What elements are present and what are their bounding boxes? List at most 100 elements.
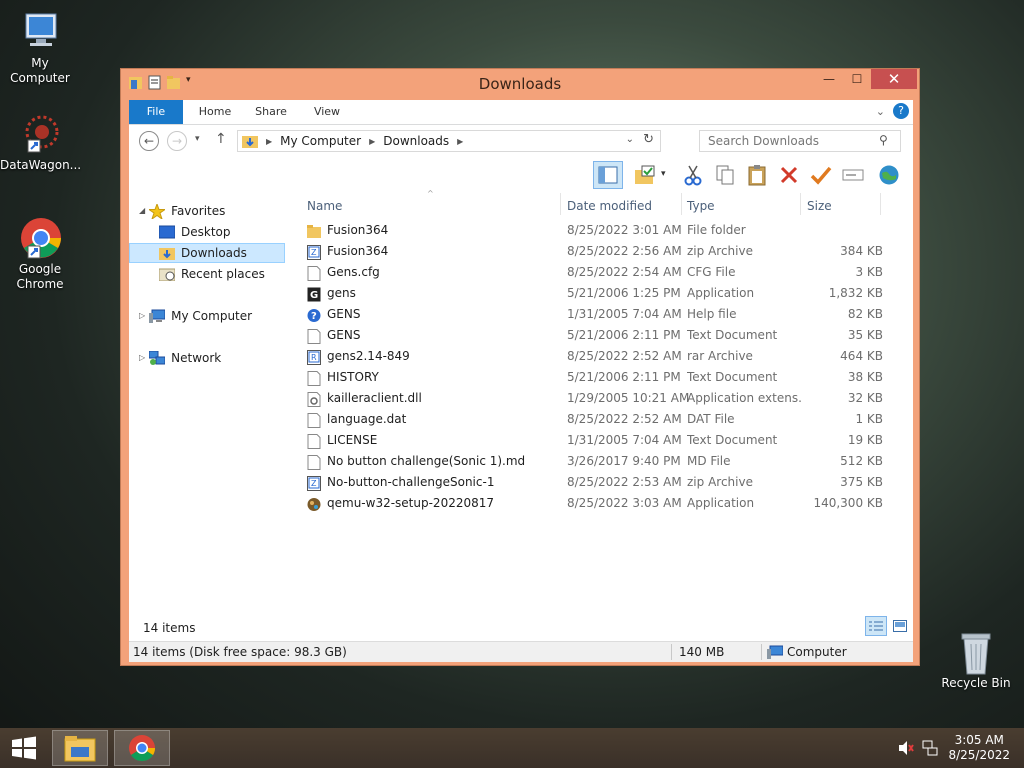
system-clock[interactable]: 3:05 AM 8/25/2022	[948, 733, 1010, 763]
file-row[interactable]: Gens.cfg 8/25/2022 2:54 AM CFG File 3 KB	[297, 263, 897, 284]
breadcrumb-downloads[interactable]: Downloads	[383, 134, 449, 148]
search-icon[interactable]: ⚲	[879, 133, 888, 147]
back-button[interactable]: ←	[139, 131, 159, 151]
chevron-right-icon[interactable]: ▶	[369, 137, 375, 146]
sort-ascending-icon: ^	[427, 189, 434, 198]
file-row[interactable]: LICENSE 1/31/2005 7:04 AM Text Document 19 …	[297, 431, 897, 452]
tab-file[interactable]: File	[129, 100, 183, 124]
doc-file-icon	[307, 455, 321, 470]
file-type: zip Archive	[687, 244, 753, 258]
desktop-icon-my-computer[interactable]: My Computer	[0, 10, 80, 86]
file-row[interactable]: Z No-button-challengeSonic-1 8/25/2022 2:5…	[297, 473, 897, 494]
large-icons-view-button[interactable]	[889, 616, 911, 636]
content-area: ◢ Favorites Desktop Downloads Recent pla…	[129, 189, 913, 613]
network-status-icon[interactable]	[922, 740, 938, 759]
breadcrumb-my-computer[interactable]: My Computer	[280, 134, 361, 148]
file-size: 32 KB	[847, 391, 883, 405]
column-separator[interactable]	[800, 193, 801, 215]
windows-logo-icon	[12, 736, 36, 760]
expand-arrow-icon[interactable]: ▷	[139, 348, 145, 368]
file-type: MD File	[687, 454, 731, 468]
chevron-right-icon[interactable]: ▶	[266, 137, 272, 146]
nav-desktop[interactable]: Desktop	[158, 222, 231, 242]
taskbar-file-explorer[interactable]	[52, 730, 108, 766]
file-row[interactable]: qemu-w32-setup-20220817 8/25/2022 3:03 AM…	[297, 494, 897, 515]
copy-icon[interactable]	[713, 163, 737, 187]
file-size: 3 KB	[855, 265, 883, 279]
nav-downloads[interactable]: Downloads	[129, 243, 285, 263]
tab-view[interactable]: View	[305, 100, 349, 124]
expand-arrow-icon[interactable]: ▷	[139, 306, 145, 326]
minimize-button[interactable]: —	[815, 69, 843, 89]
file-row[interactable]: kailleraclient.dll 1/29/2005 10:21 AM Appl…	[297, 389, 897, 410]
delete-icon[interactable]	[777, 163, 801, 187]
column-header-size[interactable]: Size	[807, 195, 832, 217]
tab-home[interactable]: Home	[191, 100, 239, 124]
file-name: HISTORY	[327, 370, 379, 384]
address-history-chevron-icon[interactable]: ⌄	[626, 134, 634, 145]
help-icon[interactable]: ?	[893, 103, 909, 119]
folder-options-icon[interactable]	[633, 163, 657, 187]
nav-recent-places[interactable]: Recent places	[158, 264, 265, 284]
file-row[interactable]: HISTORY 5/21/2006 2:11 PM Text Document 38 …	[297, 368, 897, 389]
desktop-icon-google-chrome[interactable]: Google Chrome	[0, 216, 80, 292]
file-row[interactable]: ? GENS 1/31/2005 7:04 AM Help file 82 KB	[297, 305, 897, 326]
address-bar[interactable]: ▶ My Computer ▶ Downloads ▶ ⌄ ↻	[237, 130, 661, 152]
rename-icon[interactable]	[841, 163, 865, 187]
file-row[interactable]: No button challenge(Sonic 1).md 3/26/2017…	[297, 452, 897, 473]
desktop-icon-datawagon[interactable]: DataWagon...	[0, 112, 81, 173]
desktop-icon-recycle-bin[interactable]: Recycle Bin	[936, 630, 1016, 691]
details-view-button[interactable]	[865, 616, 887, 636]
file-row[interactable]: Z Fusion364 8/25/2022 2:56 AM zip Archive 38…	[297, 242, 897, 263]
file-row[interactable]: Rgens2.14-849 8/25/2022 2:52 AM rar Archiv…	[297, 347, 897, 368]
close-button[interactable]: ✕	[871, 69, 917, 89]
taskbar-google-chrome[interactable]	[114, 730, 170, 766]
column-separator[interactable]	[560, 193, 561, 215]
volume-muted-icon[interactable]	[898, 740, 914, 759]
file-row[interactable]: Fusion364 8/25/2022 3:01 AM File folder	[297, 221, 897, 242]
title-bar[interactable]: ▾ Downloads — ☐ ✕	[121, 69, 919, 99]
nav-my-computer[interactable]: ▷ My Computer	[139, 306, 252, 326]
search-input[interactable]: Search Downloads	[699, 130, 901, 152]
file-name: Fusion364	[327, 244, 389, 258]
forward-button[interactable]: →	[167, 131, 187, 151]
status-bar: 14 items (Disk free space: 98.3 GB) 140 …	[129, 641, 913, 662]
column-header-date-modified[interactable]: Date modified	[567, 195, 652, 217]
file-size: 140,300 KB	[813, 496, 883, 510]
column-header-name[interactable]: Name	[307, 195, 342, 217]
up-button[interactable]: ↑	[215, 131, 227, 147]
file-type: Application	[687, 496, 755, 510]
preview-pane-button[interactable]	[593, 161, 623, 189]
file-row[interactable]: GENS 5/21/2006 2:11 PM Text Document 35 KB	[297, 326, 897, 347]
chevron-right-icon[interactable]: ▶	[457, 137, 463, 146]
nav-favorites[interactable]: ◢ Favorites	[139, 201, 225, 221]
clock-time: 3:05 AM	[954, 733, 1004, 747]
network-icon	[148, 350, 166, 365]
refresh-icon[interactable]: ↻	[643, 132, 654, 147]
globe-icon[interactable]	[877, 163, 901, 187]
file-row[interactable]: language.dat 8/25/2022 2:52 AM DAT File 1 K…	[297, 410, 897, 431]
file-size: 384 KB	[840, 244, 883, 258]
file-row[interactable]: Ggens 5/21/2006 1:25 PM Application 1,832 K…	[297, 284, 897, 305]
checkmark-icon[interactable]	[809, 163, 833, 187]
nav-network[interactable]: ▷ Network	[139, 348, 221, 368]
file-type: Text Document	[687, 328, 778, 342]
ribbon-expand-icon[interactable]: ⌄	[876, 105, 885, 118]
recent-locations-chevron-icon[interactable]: ▾	[195, 134, 200, 144]
doc-file-icon	[307, 371, 321, 386]
svg-text:?: ?	[311, 311, 317, 322]
file-name: kailleraclient.dll	[327, 391, 422, 405]
maximize-button[interactable]: ☐	[843, 69, 871, 89]
start-button[interactable]	[0, 730, 48, 766]
paste-icon[interactable]	[745, 163, 769, 187]
cut-icon[interactable]	[681, 163, 705, 187]
file-name: language.dat	[327, 412, 407, 426]
chevron-down-icon[interactable]: ▾	[661, 169, 666, 179]
tab-share[interactable]: Share	[247, 100, 295, 124]
column-separator[interactable]	[880, 193, 881, 215]
expand-arrow-icon[interactable]: ◢	[139, 201, 145, 221]
doc-file-icon	[307, 266, 321, 281]
rar-file-icon: R	[307, 350, 321, 365]
column-header-type[interactable]: Type	[687, 195, 715, 217]
column-separator[interactable]	[681, 193, 682, 215]
